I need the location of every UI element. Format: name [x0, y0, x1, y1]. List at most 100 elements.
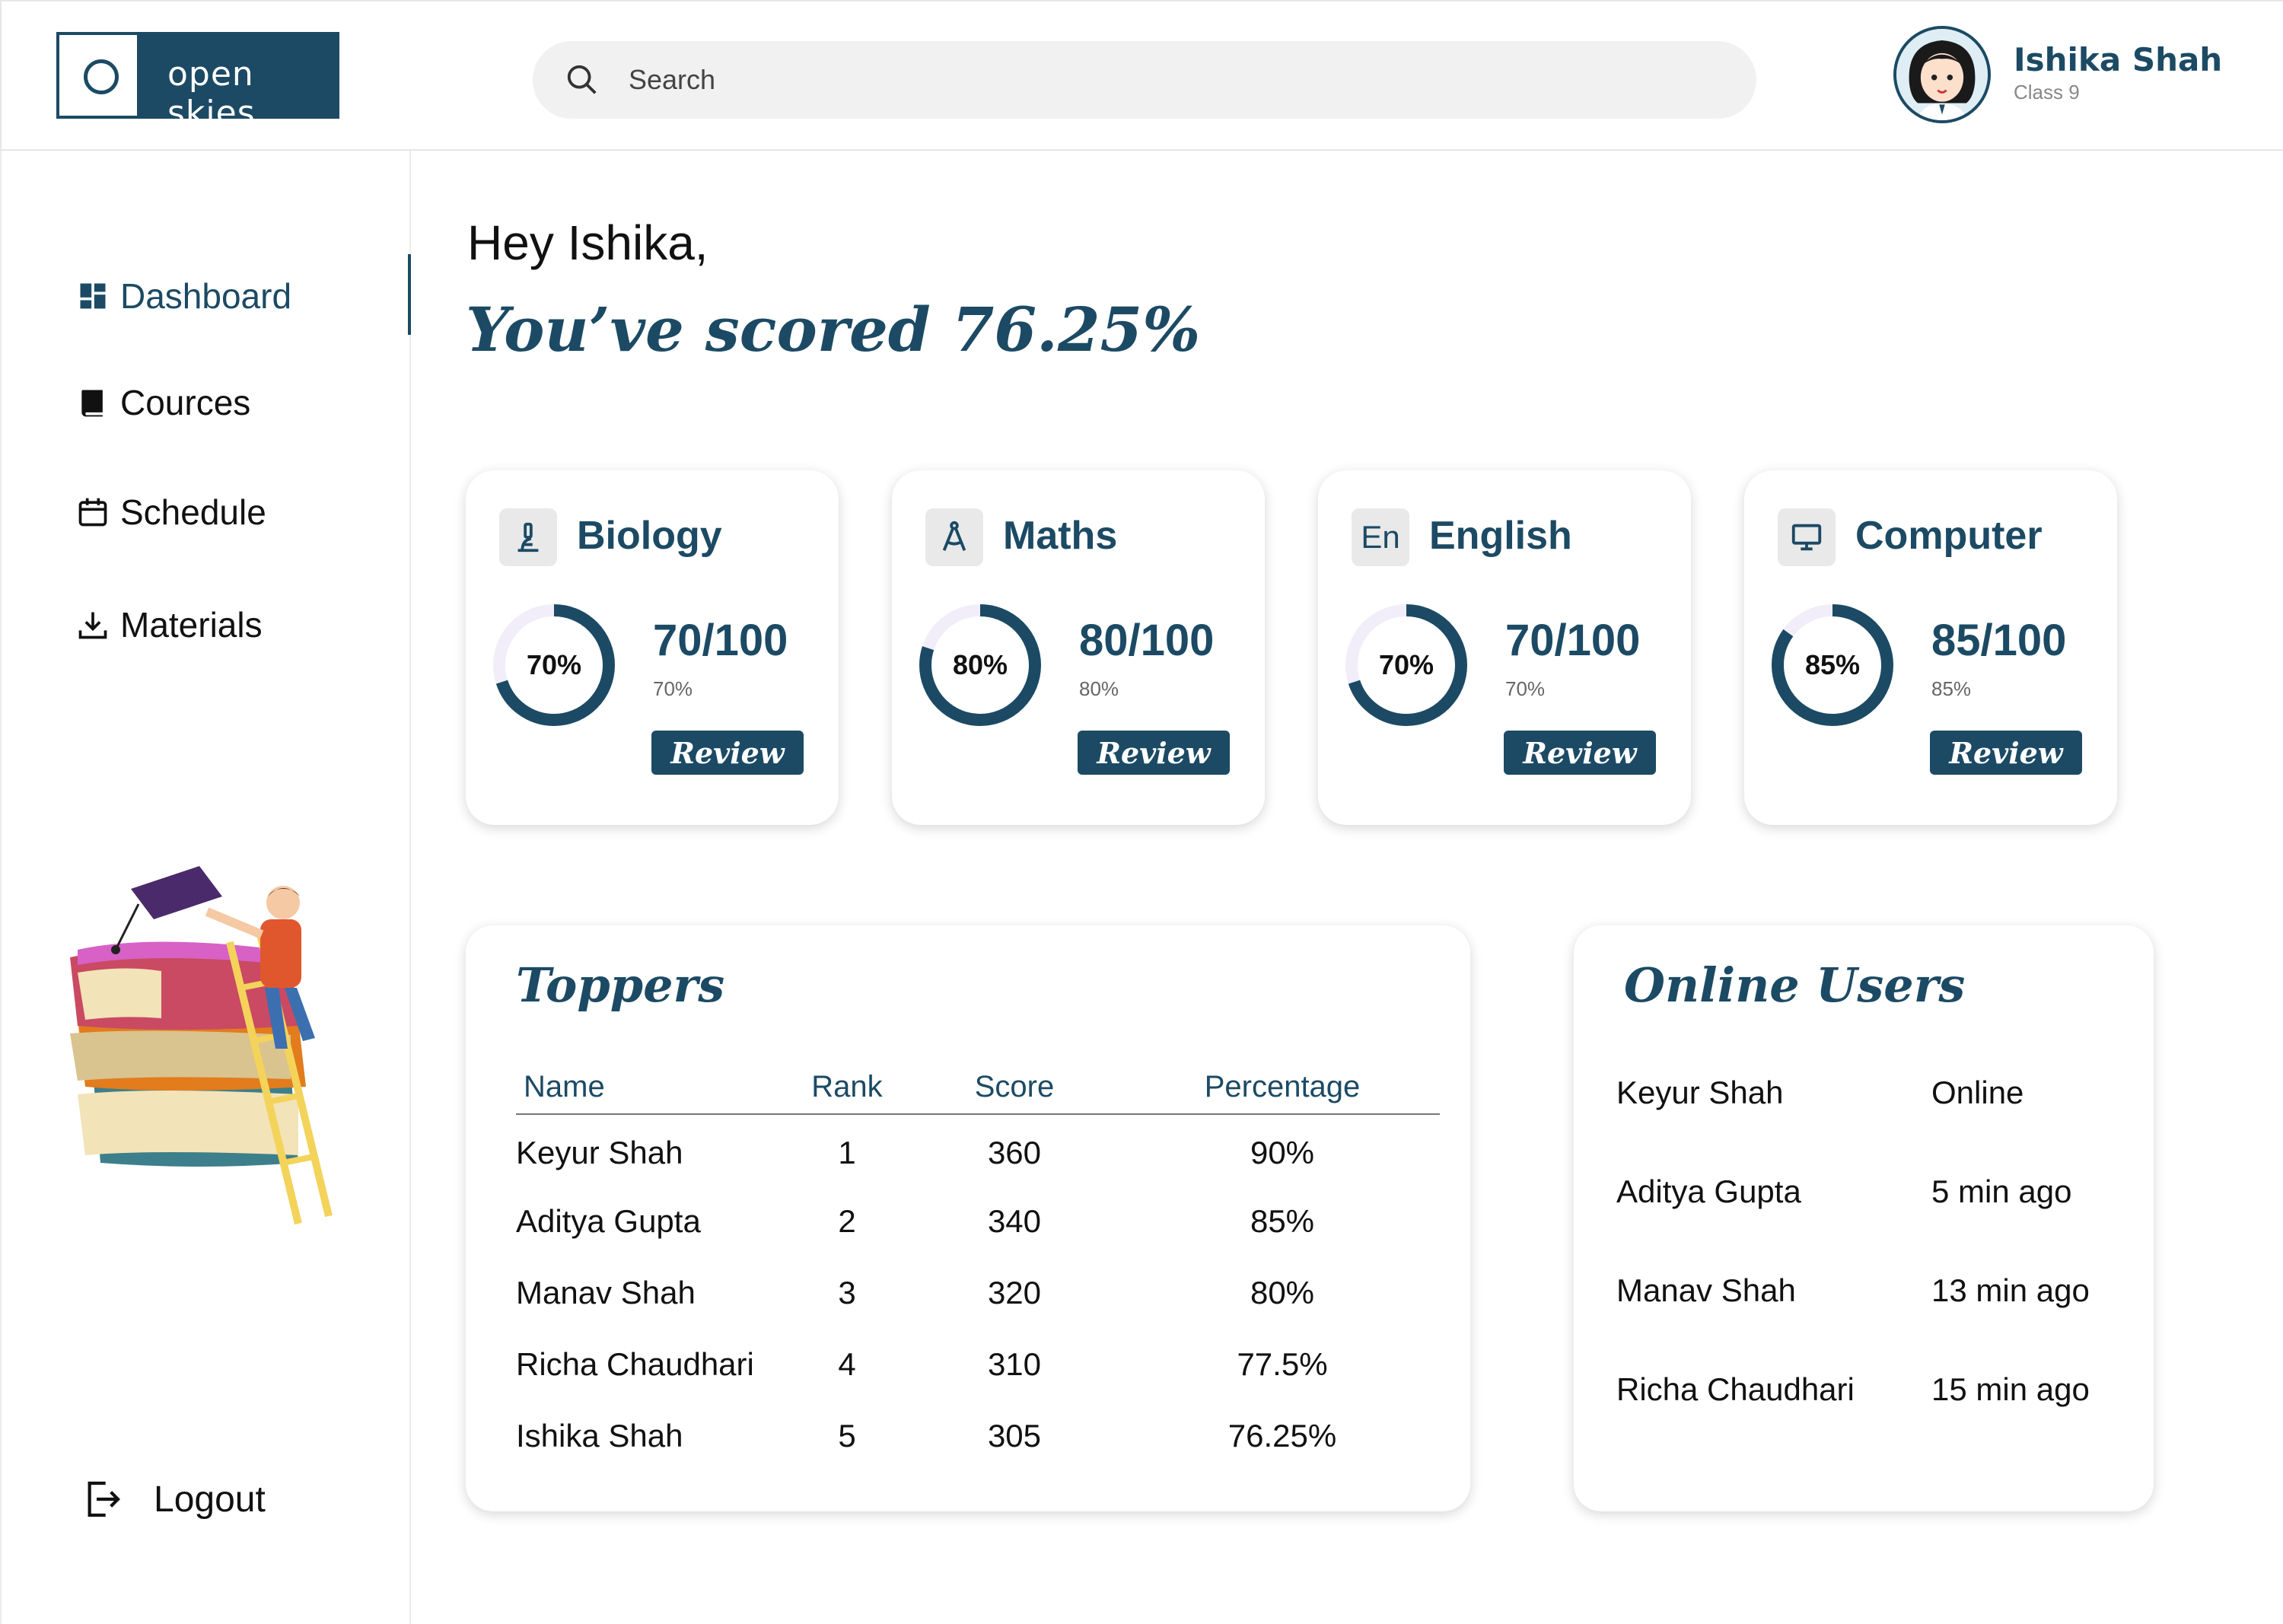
subject-name: Maths: [1003, 514, 1118, 558]
table-row: Keyur Shah 1 360 90%: [516, 1114, 1440, 1186]
logout-button[interactable]: Logout: [81, 1475, 266, 1524]
cell-name: Ishika Shah: [516, 1418, 683, 1454]
brand-name: open skies: [167, 55, 256, 132]
review-button[interactable]: Review: [1504, 731, 1656, 775]
table-row: Aditya Gupta 2 340 85%: [516, 1186, 1440, 1257]
online-user-name[interactable]: Manav Shah: [1616, 1272, 1796, 1309]
online-user-name[interactable]: Aditya Gupta: [1616, 1173, 1801, 1210]
review-button[interactable]: Review: [1078, 731, 1230, 775]
table-row: Ishika Shah 5 305 76.25%: [516, 1400, 1440, 1472]
review-button[interactable]: Review: [651, 731, 804, 775]
sidebar-item-materials[interactable]: Materials: [76, 604, 263, 645]
cell-name: Aditya Gupta: [516, 1203, 701, 1239]
subject-card-biology: Biology 70% 70/100 70% Review: [466, 470, 839, 825]
subject-percent: 70%: [653, 677, 693, 700]
monitor-icon: [1778, 508, 1836, 566]
subject-card-english: En English 70% 70/100 70% Review: [1318, 470, 1691, 825]
cell-percentage: 77.5%: [1237, 1346, 1328, 1382]
online-user-status: Online: [1931, 1075, 2024, 1110]
greeting: Hey Ishika,: [467, 215, 708, 270]
search-input[interactable]: [629, 59, 1694, 100]
online-user-name[interactable]: Richa Chaudhari: [1616, 1371, 1855, 1408]
subject-card-maths: Maths 80% 80/100 80% Review: [892, 470, 1265, 825]
cell-percentage: 76.25%: [1227, 1418, 1337, 1454]
subject-score: 80/100: [1079, 616, 1215, 665]
search-bar[interactable]: [533, 41, 1756, 119]
book-icon: [81, 390, 103, 417]
online-user-name[interactable]: Keyur Shah: [1616, 1075, 1783, 1111]
cell-percentage: 90%: [1250, 1134, 1315, 1170]
column-header-score: Score: [904, 1061, 1125, 1115]
sidebar-item-label: Materials: [120, 605, 263, 645]
column-header-name: Name: [516, 1061, 790, 1115]
compass-icon: [925, 508, 983, 566]
subject-percent: 80%: [1079, 677, 1119, 700]
search-icon: [567, 65, 597, 94]
subject-name: Biology: [577, 514, 722, 558]
cell-score: 305: [987, 1418, 1042, 1454]
online-users-panel: Online Users Keyur Shah Online Aditya Gu…: [1574, 925, 2154, 1511]
toppers-title: Toppers: [516, 957, 725, 1013]
subject-score: 70/100: [653, 616, 788, 665]
microscope-icon: [499, 508, 557, 566]
online-user-status: 5 min ago: [1931, 1173, 2072, 1209]
cell-score: 310: [987, 1346, 1042, 1382]
sidebar-item-schedule[interactable]: Schedule: [76, 492, 266, 533]
table-row: Manav Shah 3 320 80%: [516, 1257, 1440, 1329]
sidebar-item-label: Schedule: [120, 492, 266, 532]
logout-icon: [88, 1481, 120, 1517]
subject-score: 85/100: [1931, 616, 2067, 665]
cell-rank: 1: [838, 1134, 856, 1170]
online-user-status: 13 min ago: [1931, 1272, 2090, 1308]
logo-mark: [59, 35, 137, 116]
sidebar: Dashboard Cources Schedule Materials Log…: [0, 151, 411, 1624]
subject-name: Computer: [1855, 514, 2043, 558]
column-header-percentage: Percentage: [1125, 1061, 1440, 1115]
progress-percent: 80%: [952, 649, 1008, 680]
online-user-status: 15 min ago: [1931, 1371, 2090, 1407]
cell-name: Manav Shah: [516, 1275, 696, 1310]
toppers-panel: Toppers Name Rank Score Percentage Keyur…: [466, 925, 1470, 1511]
calendar-icon: [78, 498, 107, 527]
cell-score: 340: [987, 1203, 1042, 1239]
online-users-title: Online Users: [1624, 957, 1966, 1013]
cell-percentage: 85%: [1250, 1203, 1315, 1239]
cell-score: 320: [987, 1275, 1042, 1310]
cell-name: Richa Chaudhari: [516, 1346, 754, 1382]
subject-name: English: [1429, 514, 1572, 558]
cell-score: 360: [987, 1134, 1042, 1170]
cell-rank: 5: [838, 1418, 856, 1454]
subject-score: 70/100: [1505, 616, 1641, 665]
cell-percentage: 80%: [1250, 1275, 1315, 1310]
books-illustration: [70, 866, 333, 1225]
progress-percent: 70%: [1378, 649, 1434, 680]
subject-percent: 70%: [1505, 677, 1546, 700]
cell-rank: 2: [838, 1203, 856, 1239]
user-avatar[interactable]: [1893, 26, 1991, 123]
cell-name: Keyur Shah: [516, 1134, 683, 1170]
toppers-table: Name Rank Score Percentage Keyur Shah 1 …: [516, 1061, 1440, 1472]
subject-percent: 85%: [1931, 677, 1972, 700]
sidebar-item-dashboard[interactable]: Dashboard: [76, 275, 291, 317]
sidebar-item-cources[interactable]: Cources: [76, 382, 250, 423]
cell-rank: 3: [838, 1275, 856, 1310]
cell-rank: 4: [838, 1346, 856, 1382]
top-header: open skies Ishika Shah Class 9: [0, 0, 2283, 151]
sidebar-item-label: Dashboard: [120, 276, 292, 316]
language-icon: En: [1352, 508, 1409, 566]
table-header-row: Name Rank Score Percentage: [516, 1061, 1440, 1115]
user-class: Class 9: [2014, 81, 2080, 103]
column-header-rank: Rank: [790, 1061, 904, 1115]
progress-percent: 70%: [526, 649, 582, 680]
user-name: Ishika Shah: [2014, 41, 2223, 78]
dashboard-icon: [80, 283, 106, 309]
review-button[interactable]: Review: [1930, 731, 2082, 775]
sidebar-item-label: Cources: [120, 383, 251, 422]
table-row: Richa Chaudhari 4 310 77.5%: [516, 1329, 1440, 1400]
subject-card-computer: Computer 85% 85/100 85% Review: [1744, 470, 2117, 825]
active-indicator: [408, 254, 411, 335]
overall-score: You’ve scored 76.25%: [466, 294, 1201, 365]
download-icon: [78, 612, 107, 639]
progress-percent: 85%: [1804, 649, 1861, 680]
brand-logo[interactable]: open skies: [56, 32, 339, 132]
